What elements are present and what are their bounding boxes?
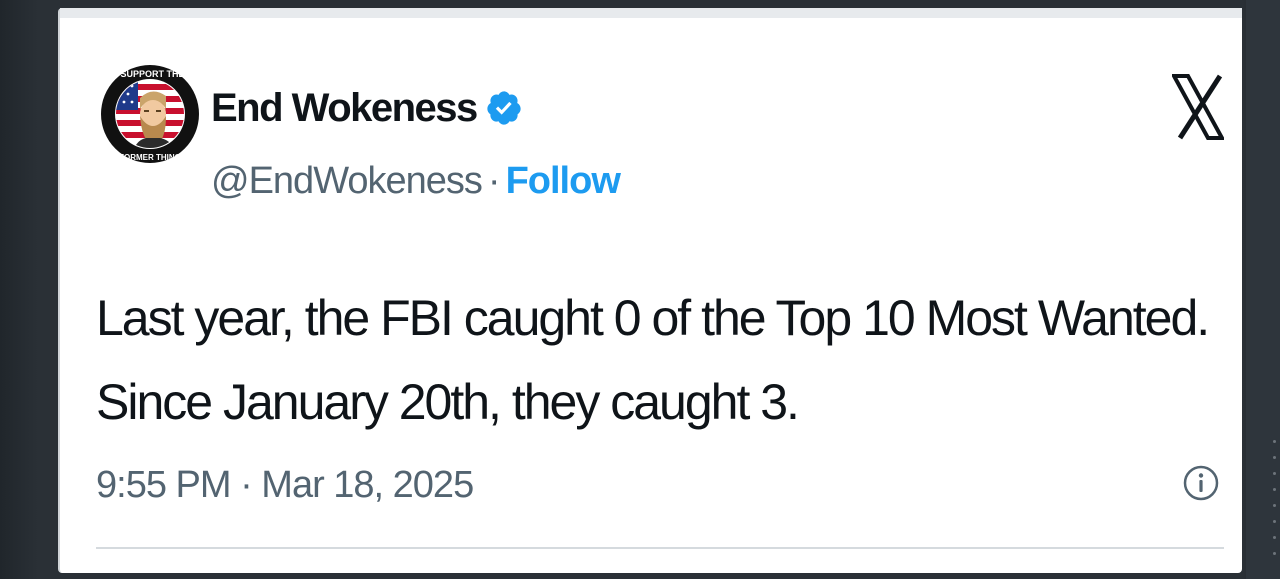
tweet-text-line: Last year, the FBI caught 0 of the Top 1… bbox=[96, 290, 1210, 346]
author-handle-row: @EndWokeness · Follow bbox=[211, 160, 621, 202]
info-icon[interactable] bbox=[1182, 464, 1220, 502]
frame-dots bbox=[1273, 440, 1276, 568]
separator-dot: · bbox=[487, 160, 501, 202]
x-logo-icon[interactable] bbox=[1172, 70, 1224, 144]
follow-button[interactable]: Follow bbox=[506, 160, 621, 202]
tweet-text-line: Since January 20th, they caught 3. bbox=[96, 374, 800, 430]
author-avatar[interactable]: I SUPPORT THE FORMER THING bbox=[100, 64, 200, 164]
tweet-card: I SUPPORT THE FORMER THING End Wokeness … bbox=[58, 8, 1242, 573]
frame-right-edge bbox=[1246, 0, 1280, 579]
tweet-body: Last year, the FBI caught 0 of the Top 1… bbox=[96, 276, 1216, 444]
avatar-text-top: I SUPPORT THE bbox=[115, 69, 184, 79]
card-divider bbox=[96, 547, 1224, 549]
author-display-name[interactable]: End Wokeness bbox=[211, 88, 478, 128]
avatar-text-bottom: FORMER THING bbox=[119, 153, 181, 162]
author-handle[interactable]: @EndWokeness bbox=[211, 160, 483, 202]
screen-frame: I SUPPORT THE FORMER THING End Wokeness … bbox=[0, 0, 1280, 579]
verified-badge-icon bbox=[487, 91, 521, 125]
author-name-row: End Wokeness bbox=[211, 88, 523, 128]
tweet-timestamp[interactable]: 9:55 PM · Mar 18, 2025 bbox=[96, 466, 474, 504]
